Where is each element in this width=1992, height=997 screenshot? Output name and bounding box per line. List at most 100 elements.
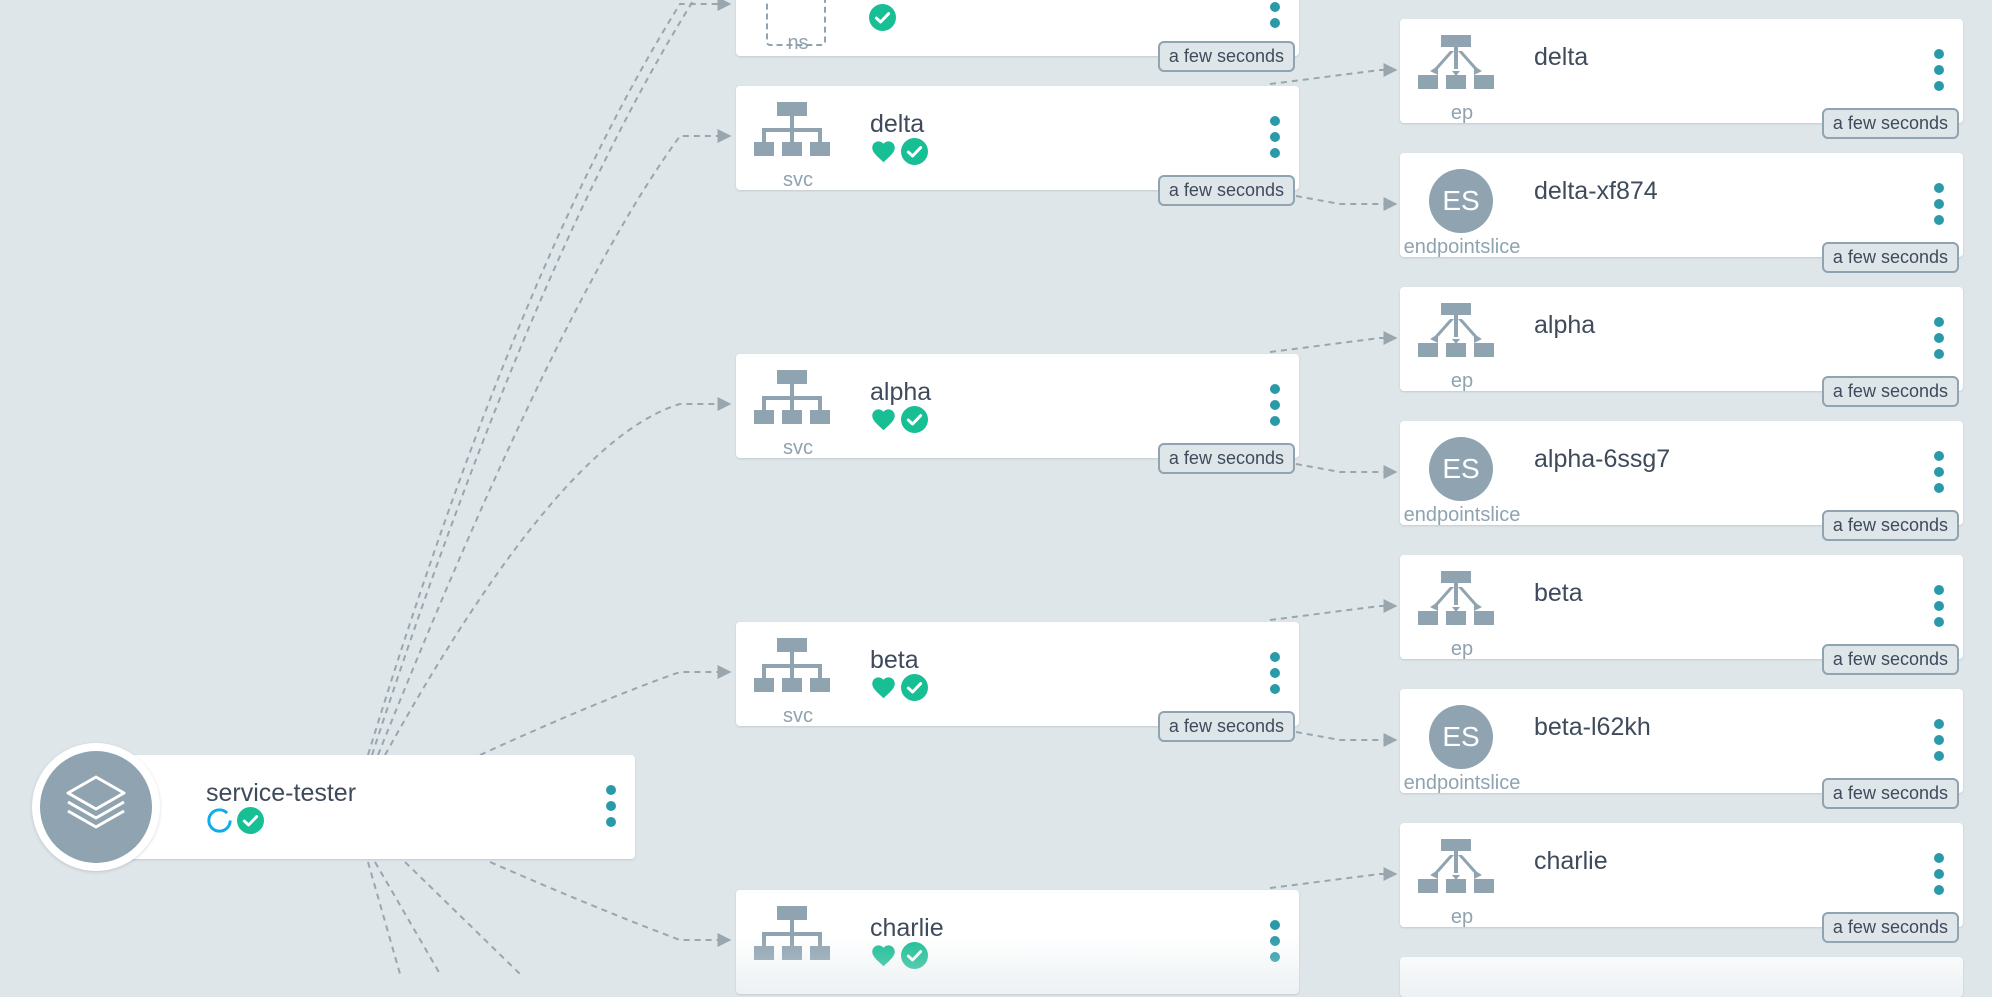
node-title: alpha-6ssg7 <box>1534 445 1671 473</box>
node-actions-menu[interactable] <box>1933 719 1945 761</box>
service-network-icon <box>754 102 830 156</box>
endpoints-network-icon <box>1418 571 1494 625</box>
endpointslice-node-beta-l62kh[interactable]: ES endpointslice beta-l62kh a few second… <box>1400 689 1963 809</box>
edge-alpha-ep <box>1269 331 1398 353</box>
check-circle-icon <box>901 674 928 701</box>
node-kind: ep <box>1450 906 1474 928</box>
endpoints-node-delta[interactable]: ep delta a few seconds <box>1400 19 1963 139</box>
health-sync-status <box>206 807 264 834</box>
sync-status <box>869 4 896 31</box>
age-badge: a few seconds <box>1821 912 1959 943</box>
layers-icon <box>66 775 126 829</box>
endpoints-node-charlie[interactable]: ep charlie a few seconds <box>1400 823 1963 943</box>
node-actions-menu[interactable] <box>1269 384 1281 426</box>
node-kind: ep <box>1450 638 1474 660</box>
node-actions-menu[interactable] <box>1933 49 1945 91</box>
node-kind: endpointslice <box>1403 236 1521 258</box>
endpointslice-icon: ES <box>1429 169 1493 233</box>
health-sync-status <box>870 138 928 165</box>
check-circle-icon <box>237 807 264 834</box>
edge-app-down-3 <box>404 861 521 974</box>
edge-charlie-ep <box>1269 867 1398 889</box>
node-actions-menu[interactable] <box>1933 183 1945 225</box>
node-title: service-tester <box>206 779 357 807</box>
edge-alpha-es <box>1295 463 1398 479</box>
application-avatar <box>32 743 160 871</box>
node-actions-menu[interactable] <box>1269 116 1281 158</box>
node-kind: svc <box>783 437 813 459</box>
age-badge: a few seconds <box>1821 108 1959 139</box>
node-title: charlie <box>870 914 944 942</box>
service-node-charlie[interactable]: charlie <box>736 890 1299 994</box>
check-circle-icon <box>901 138 928 165</box>
service-node-beta[interactable]: svc beta a few seconds <box>736 622 1299 742</box>
heart-icon <box>872 945 895 967</box>
check-circle-icon <box>901 942 928 969</box>
endpoints-node-beta[interactable]: ep beta a few seconds <box>1400 555 1963 675</box>
age-badge: a few seconds <box>1157 41 1295 72</box>
edge-delta-es <box>1295 195 1398 211</box>
service-node-alpha[interactable]: svc alpha a few seconds <box>736 354 1299 474</box>
service-node-delta[interactable]: svc delta a few seconds <box>736 86 1299 206</box>
age-badge: a few seconds <box>1821 510 1959 541</box>
node-title: alpha <box>1534 311 1596 339</box>
edge-app-beta <box>479 665 732 756</box>
endpoints-network-icon <box>1418 839 1494 893</box>
node-kind: endpointslice <box>1403 772 1521 794</box>
endpointslice-node-delta-xf874[interactable]: ES endpointslice delta-xf874 a few secon… <box>1400 153 1963 273</box>
child-node-partial[interactable] <box>1400 937 1963 997</box>
heart-icon <box>872 141 895 163</box>
service-network-icon <box>754 370 830 424</box>
edge-delta-ep <box>1269 63 1398 85</box>
edge-app-down-1 <box>367 861 401 974</box>
progressing-ring-icon <box>207 808 232 833</box>
endpoints-network-icon <box>1418 303 1494 357</box>
age-badge: a few seconds <box>1821 644 1959 675</box>
node-actions-menu[interactable] <box>1933 585 1945 627</box>
endpointslice-node-alpha-6ssg7[interactable]: ES endpointslice alpha-6ssg7 a few secon… <box>1400 421 1963 541</box>
endpoints-network-icon <box>1418 35 1494 89</box>
node-kind: svc <box>783 705 813 727</box>
service-network-icon <box>754 906 830 960</box>
namespace-node[interactable]: ns a few seconds <box>736 0 1299 72</box>
check-circle-icon <box>901 406 928 433</box>
node-title: delta <box>870 110 925 138</box>
node-kind: endpointslice <box>1403 504 1521 526</box>
node-title: alpha <box>870 378 932 406</box>
node-actions-menu[interactable] <box>1269 920 1281 962</box>
edge-app-charlie <box>489 861 732 947</box>
age-badge: a few seconds <box>1821 242 1959 273</box>
application-card[interactable]: service-tester <box>95 755 635 859</box>
age-badge: a few seconds <box>1821 376 1959 407</box>
node-kind: ns <box>787 32 809 54</box>
node-actions-menu[interactable] <box>1933 451 1945 493</box>
node-actions-menu[interactable] <box>605 785 617 827</box>
node-title: delta <box>1534 43 1589 71</box>
edge-beta-ep <box>1269 599 1398 621</box>
edge-app-ns-2 <box>371 0 695 756</box>
edge-beta-es <box>1295 731 1398 747</box>
node-kind: svc <box>783 169 813 191</box>
endpointslice-icon: ES <box>1429 437 1493 501</box>
node-title: delta-xf874 <box>1534 177 1658 205</box>
heart-icon <box>872 409 895 431</box>
edge-app-alpha <box>384 397 732 756</box>
node-actions-menu[interactable] <box>1269 0 1281 28</box>
check-circle-icon <box>869 4 896 31</box>
health-sync-status <box>870 942 928 969</box>
age-badge: a few seconds <box>1157 175 1295 206</box>
node-kind: ep <box>1450 102 1474 124</box>
age-badge: a few seconds <box>1157 443 1295 474</box>
application-node[interactable]: service-tester <box>32 743 635 871</box>
node-title: beta <box>1534 579 1583 607</box>
edge-app-ns-1 <box>367 0 732 756</box>
node-title: charlie <box>1534 847 1608 875</box>
endpoints-node-alpha[interactable]: ep alpha a few seconds <box>1400 287 1963 407</box>
node-actions-menu[interactable] <box>1933 853 1945 895</box>
node-title: beta-l62kh <box>1534 713 1651 741</box>
node-actions-menu[interactable] <box>1933 317 1945 359</box>
node-kind: ep <box>1450 370 1474 392</box>
node-actions-menu[interactable] <box>1269 652 1281 694</box>
health-sync-status <box>870 674 928 701</box>
age-badge: a few seconds <box>1157 711 1295 742</box>
